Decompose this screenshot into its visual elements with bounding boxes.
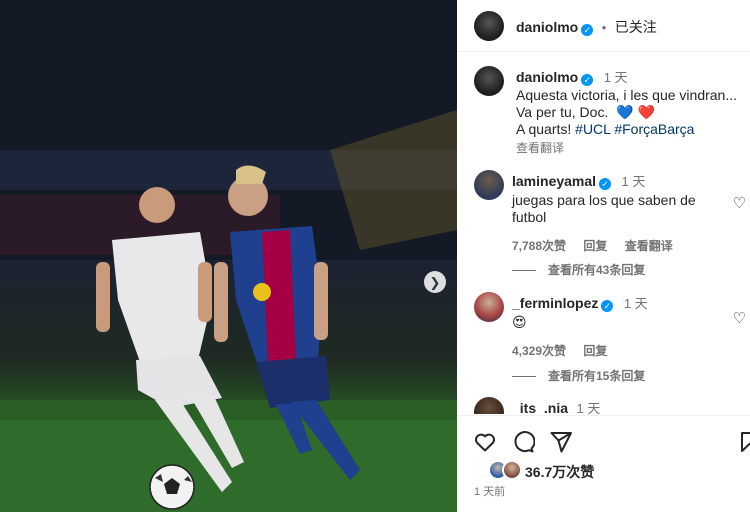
author-line: daniolmo ✓ • 已关注 bbox=[516, 17, 657, 37]
follow-status-button[interactable]: 已关注 bbox=[615, 19, 657, 35]
verified-badge-icon: ✓ bbox=[599, 178, 612, 190]
comment-text-line-2: futbol bbox=[512, 209, 547, 225]
commenter-username[interactable]: _ferminlopez bbox=[512, 295, 598, 311]
caption-line-3: A quarts! #UCL #ForçaBarça bbox=[516, 121, 744, 138]
commenter-username[interactable]: lamineyamal bbox=[512, 173, 596, 189]
caption-time: 1 天 bbox=[603, 70, 628, 85]
bookmark-icon[interactable] bbox=[738, 430, 750, 454]
separator-dot: • bbox=[601, 20, 607, 35]
hashtag-forcabarca-link[interactable]: #ForçaBarça bbox=[614, 121, 694, 137]
author-username[interactable]: daniolmo bbox=[516, 19, 578, 35]
heart-emoji: 💙 ❤️ bbox=[616, 104, 655, 120]
comment-body: _its_.nia 1 天 bbox=[512, 398, 722, 414]
comment-translate-link[interactable]: 查看翻译 bbox=[625, 239, 673, 253]
hashtag-ucl-link[interactable]: #UCL bbox=[575, 121, 610, 137]
commenter-avatar[interactable] bbox=[474, 397, 504, 414]
replies-divider bbox=[512, 376, 536, 378]
caption-translate-link[interactable]: 查看翻译 bbox=[516, 139, 744, 156]
verified-badge-icon: ✓ bbox=[581, 74, 594, 86]
heart-outline-icon[interactable] bbox=[473, 430, 497, 454]
comment-time: 1 天 bbox=[576, 401, 601, 414]
verified-badge-icon: ✓ bbox=[601, 300, 614, 312]
next-image-button[interactable]: ❯ bbox=[424, 271, 446, 293]
reply-button[interactable]: 回复 bbox=[583, 239, 607, 253]
comment-meta: 4,329次赞 回复 bbox=[512, 342, 722, 359]
comment-body: lamineyamal ✓ 1 天 juegas para los que sab… bbox=[512, 171, 722, 254]
view-replies-label: 查看所有15条回复 bbox=[548, 369, 646, 383]
comment-time: 1 天 bbox=[623, 296, 648, 311]
post-time[interactable]: 1 天前 bbox=[474, 483, 505, 499]
commenter-avatar[interactable] bbox=[474, 292, 504, 322]
verified-badge-icon: ✓ bbox=[581, 24, 594, 36]
caption-author-avatar[interactable] bbox=[474, 66, 504, 96]
post-side-panel: daniolmo ✓ • 已关注 daniolmo ✓ 1 天 Aquesta vi… bbox=[458, 0, 750, 512]
heart-outline-icon[interactable]: ♡ bbox=[733, 194, 746, 212]
commenter-username[interactable]: _its_.nia bbox=[512, 400, 568, 414]
caption-author-username[interactable]: daniolmo bbox=[516, 69, 578, 85]
post-photo: ❯ bbox=[0, 0, 457, 512]
comment-text-line-1: juegas para los que saben de bbox=[512, 192, 696, 208]
liker-avatar bbox=[502, 460, 522, 480]
caption-line-1: Aquesta victoria, i les que vindran... bbox=[516, 87, 738, 103]
comment-bubble-icon[interactable] bbox=[511, 430, 535, 454]
view-replies-label: 查看所有43条回复 bbox=[548, 263, 646, 277]
comment-body: _ferminlopez ✓ 1 天 😍 4,329次赞 回复 bbox=[512, 293, 722, 359]
author-avatar[interactable] bbox=[474, 11, 504, 41]
likes-count[interactable]: 36.7万次赞 bbox=[525, 462, 594, 482]
replies-divider bbox=[512, 270, 536, 272]
comment-meta: 7,788次赞 回复 查看翻译 bbox=[512, 237, 722, 254]
heart-outline-icon[interactable]: ♡ bbox=[733, 309, 746, 327]
paper-plane-icon[interactable] bbox=[549, 430, 573, 454]
commenter-avatar[interactable] bbox=[474, 170, 504, 200]
view-replies-button[interactable]: 查看所有43条回复 bbox=[512, 261, 645, 278]
comment-time: 1 天 bbox=[621, 174, 646, 189]
match-photo-illustration bbox=[0, 0, 457, 512]
caption-body: daniolmo ✓ 1 天 Aquesta victoria, i les qu… bbox=[516, 67, 744, 156]
caption-line-2-text: Va per tu, Doc. bbox=[516, 104, 609, 120]
comment-likes-count[interactable]: 4,329次赞 bbox=[512, 344, 566, 358]
view-replies-button[interactable]: 查看所有15条回复 bbox=[512, 367, 645, 384]
post-header: daniolmo ✓ • 已关注 bbox=[458, 0, 750, 52]
caption-line-2: Va per tu, Doc. 💙 ❤️ bbox=[516, 104, 744, 121]
comment-text: 😍 bbox=[512, 314, 527, 330]
comment-likes-count[interactable]: 7,788次赞 bbox=[512, 239, 566, 253]
chevron-right-icon: ❯ bbox=[429, 274, 441, 290]
comments-list[interactable]: daniolmo ✓ 1 天 Aquesta victoria, i les qu… bbox=[458, 53, 750, 414]
reply-button[interactable]: 回复 bbox=[583, 344, 607, 358]
caption-line-3-text: A quarts! bbox=[516, 121, 572, 137]
